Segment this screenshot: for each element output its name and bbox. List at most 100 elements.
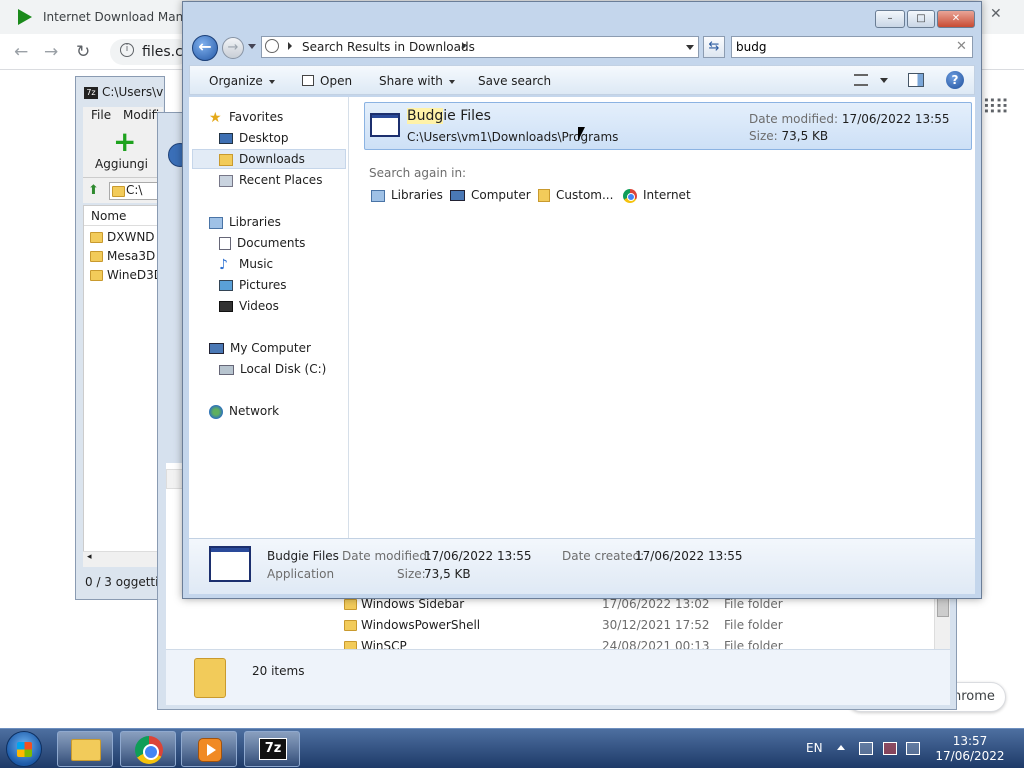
nav-local-disk[interactable]: Local Disk (C:) bbox=[219, 362, 326, 376]
table-row[interactable]: Windows Sidebar bbox=[344, 597, 464, 611]
nav-downloads[interactable]: Downloads bbox=[192, 149, 346, 169]
nav-favorites[interactable]: ★ Favorites bbox=[209, 110, 283, 125]
nav-label: Recent Places bbox=[239, 173, 323, 187]
taskbar-7zip-button[interactable]: 7z bbox=[244, 731, 300, 767]
help-icon[interactable]: ? bbox=[946, 71, 964, 89]
forward-arrow-icon[interactable]: → bbox=[222, 37, 244, 59]
list-item-label: Mesa3D bbox=[107, 249, 156, 263]
nav-videos[interactable]: Videos bbox=[219, 299, 279, 313]
action-center-icon[interactable] bbox=[859, 742, 873, 755]
breadcrumb-chevron-icon[interactable] bbox=[462, 42, 466, 50]
result-date-modified: Date modified: 17/06/2022 13:55 bbox=[749, 112, 949, 126]
back-arrow-icon[interactable]: ← bbox=[192, 35, 218, 61]
up-folder-icon[interactable]: ⬆ bbox=[88, 183, 99, 198]
search-again-custom[interactable]: Custom... bbox=[538, 188, 613, 202]
add-button-label[interactable]: Aggiungi bbox=[95, 157, 148, 171]
close-icon[interactable]: ✕ bbox=[990, 6, 1002, 22]
seven-zip-path-input[interactable]: C:\ bbox=[109, 182, 163, 200]
details-name: Budgie Files bbox=[267, 549, 339, 563]
share-with-label: Share with bbox=[379, 74, 443, 88]
search-again-internet[interactable]: Internet bbox=[623, 188, 691, 203]
nav-label: Favorites bbox=[229, 110, 284, 124]
folder-icon bbox=[90, 251, 103, 262]
menu-file[interactable]: File bbox=[91, 108, 111, 122]
search-again-libraries[interactable]: Libraries bbox=[371, 188, 443, 202]
views-dropdown-icon[interactable] bbox=[880, 78, 888, 83]
media-player-icon bbox=[198, 738, 222, 762]
nav-network[interactable]: Network bbox=[209, 404, 279, 419]
search-result-item[interactable]: Budgie Files C:\Users\vm1\Downloads\Prog… bbox=[364, 102, 972, 150]
nav-label: Local Disk (C:) bbox=[240, 362, 327, 376]
system-clock[interactable]: 13:57 17/06/2022 bbox=[930, 734, 1010, 764]
scrollbar-thumb[interactable] bbox=[937, 597, 949, 617]
search-again-computer[interactable]: Computer bbox=[450, 188, 531, 202]
row-date: 30/12/2021 17:52 bbox=[602, 618, 710, 632]
nav-documents[interactable]: Documents bbox=[219, 236, 305, 250]
language-indicator[interactable]: EN bbox=[806, 741, 823, 755]
nav-libraries[interactable]: Libraries bbox=[209, 215, 281, 229]
documents-icon bbox=[219, 237, 231, 250]
breadcrumb-chevron-icon[interactable] bbox=[288, 42, 292, 50]
taskbar-explorer-button[interactable] bbox=[57, 731, 113, 767]
save-search-label: Save search bbox=[478, 74, 552, 88]
save-search-button[interactable]: Save search bbox=[478, 74, 551, 88]
search-box: ✕ bbox=[731, 36, 973, 58]
apps-grid-icon[interactable]: ⠿⠿ bbox=[982, 95, 1009, 119]
folder-icon bbox=[90, 270, 103, 281]
row-type: File folder bbox=[724, 597, 783, 611]
horizontal-scrollbar[interactable]: ◂ bbox=[83, 551, 163, 567]
scroll-left-icon[interactable]: ◂ bbox=[87, 552, 92, 562]
change-view-icon[interactable] bbox=[854, 74, 868, 86]
preview-pane-icon[interactable] bbox=[908, 73, 924, 87]
organize-label: Organize bbox=[209, 74, 263, 88]
show-hidden-icons-icon[interactable] bbox=[837, 745, 845, 750]
breadcrumb[interactable]: Search Results in Downloads bbox=[302, 40, 475, 54]
mouse-cursor-icon bbox=[578, 127, 585, 141]
nav-desktop[interactable]: Desktop bbox=[219, 131, 289, 145]
clear-search-icon[interactable]: ✕ bbox=[956, 39, 967, 54]
table-row[interactable]: WindowsPowerShell bbox=[344, 618, 480, 632]
nav-my-computer[interactable]: My Computer bbox=[209, 341, 311, 355]
result-size: Size: 73,5 KB bbox=[749, 129, 828, 143]
add-icon[interactable]: + bbox=[113, 128, 136, 156]
list-item[interactable]: WineD3D bbox=[90, 268, 163, 282]
browser-back-icon[interactable]: ← bbox=[14, 42, 28, 62]
nav-recent-places[interactable]: Recent Places bbox=[219, 173, 322, 187]
open-button[interactable]: Open bbox=[302, 74, 352, 88]
volume-icon[interactable] bbox=[906, 742, 920, 755]
network-status-icon[interactable] bbox=[883, 742, 897, 755]
list-item[interactable]: DXWND bbox=[90, 230, 155, 244]
browser-tab-title[interactable]: Internet Download Manag bbox=[43, 10, 198, 24]
taskbar-media-button[interactable] bbox=[181, 731, 237, 767]
minimize-button[interactable]: – bbox=[875, 10, 905, 28]
nav-pictures[interactable]: Pictures bbox=[219, 278, 287, 292]
windows-start-icon[interactable] bbox=[6, 731, 42, 767]
table-row[interactable]: WinSCP bbox=[344, 639, 407, 649]
close-button[interactable]: ✕ bbox=[937, 10, 975, 28]
command-bar: Organize Open Share with Save search ? bbox=[189, 65, 975, 95]
details-date-modified: 17/06/2022 13:55 bbox=[424, 549, 532, 563]
idm-icon bbox=[18, 9, 32, 25]
search-again-internet-label: Internet bbox=[643, 188, 691, 202]
search-input[interactable] bbox=[736, 39, 946, 55]
vertical-scrollbar[interactable] bbox=[934, 591, 950, 649]
list-item[interactable]: Mesa3D bbox=[90, 249, 155, 263]
maximize-button[interactable]: □ bbox=[907, 10, 935, 28]
browser-address-bar[interactable]: i files.ca bbox=[110, 39, 191, 65]
address-dropdown-icon[interactable] bbox=[686, 45, 694, 50]
search-again-computer-label: Computer bbox=[471, 188, 531, 202]
nav-music[interactable]: ♪ Music bbox=[219, 257, 273, 272]
browser-forward-icon[interactable]: → bbox=[44, 42, 58, 62]
application-icon bbox=[209, 546, 251, 582]
nav-label: Libraries bbox=[229, 215, 281, 229]
taskbar-chrome-button[interactable] bbox=[120, 731, 176, 767]
column-header-name[interactable]: Nome bbox=[84, 206, 164, 226]
share-with-button[interactable]: Share with bbox=[379, 74, 455, 88]
organize-button[interactable]: Organize bbox=[209, 74, 275, 88]
address-bar[interactable]: Search Results in Downloads bbox=[261, 36, 699, 58]
refresh-icon[interactable]: ⇆ bbox=[703, 36, 725, 58]
reload-icon[interactable]: ↻ bbox=[76, 42, 90, 62]
recent-pages-dropdown-icon[interactable] bbox=[248, 44, 256, 49]
list-item-label: WineD3D bbox=[107, 268, 164, 282]
info-icon[interactable]: i bbox=[120, 43, 134, 57]
